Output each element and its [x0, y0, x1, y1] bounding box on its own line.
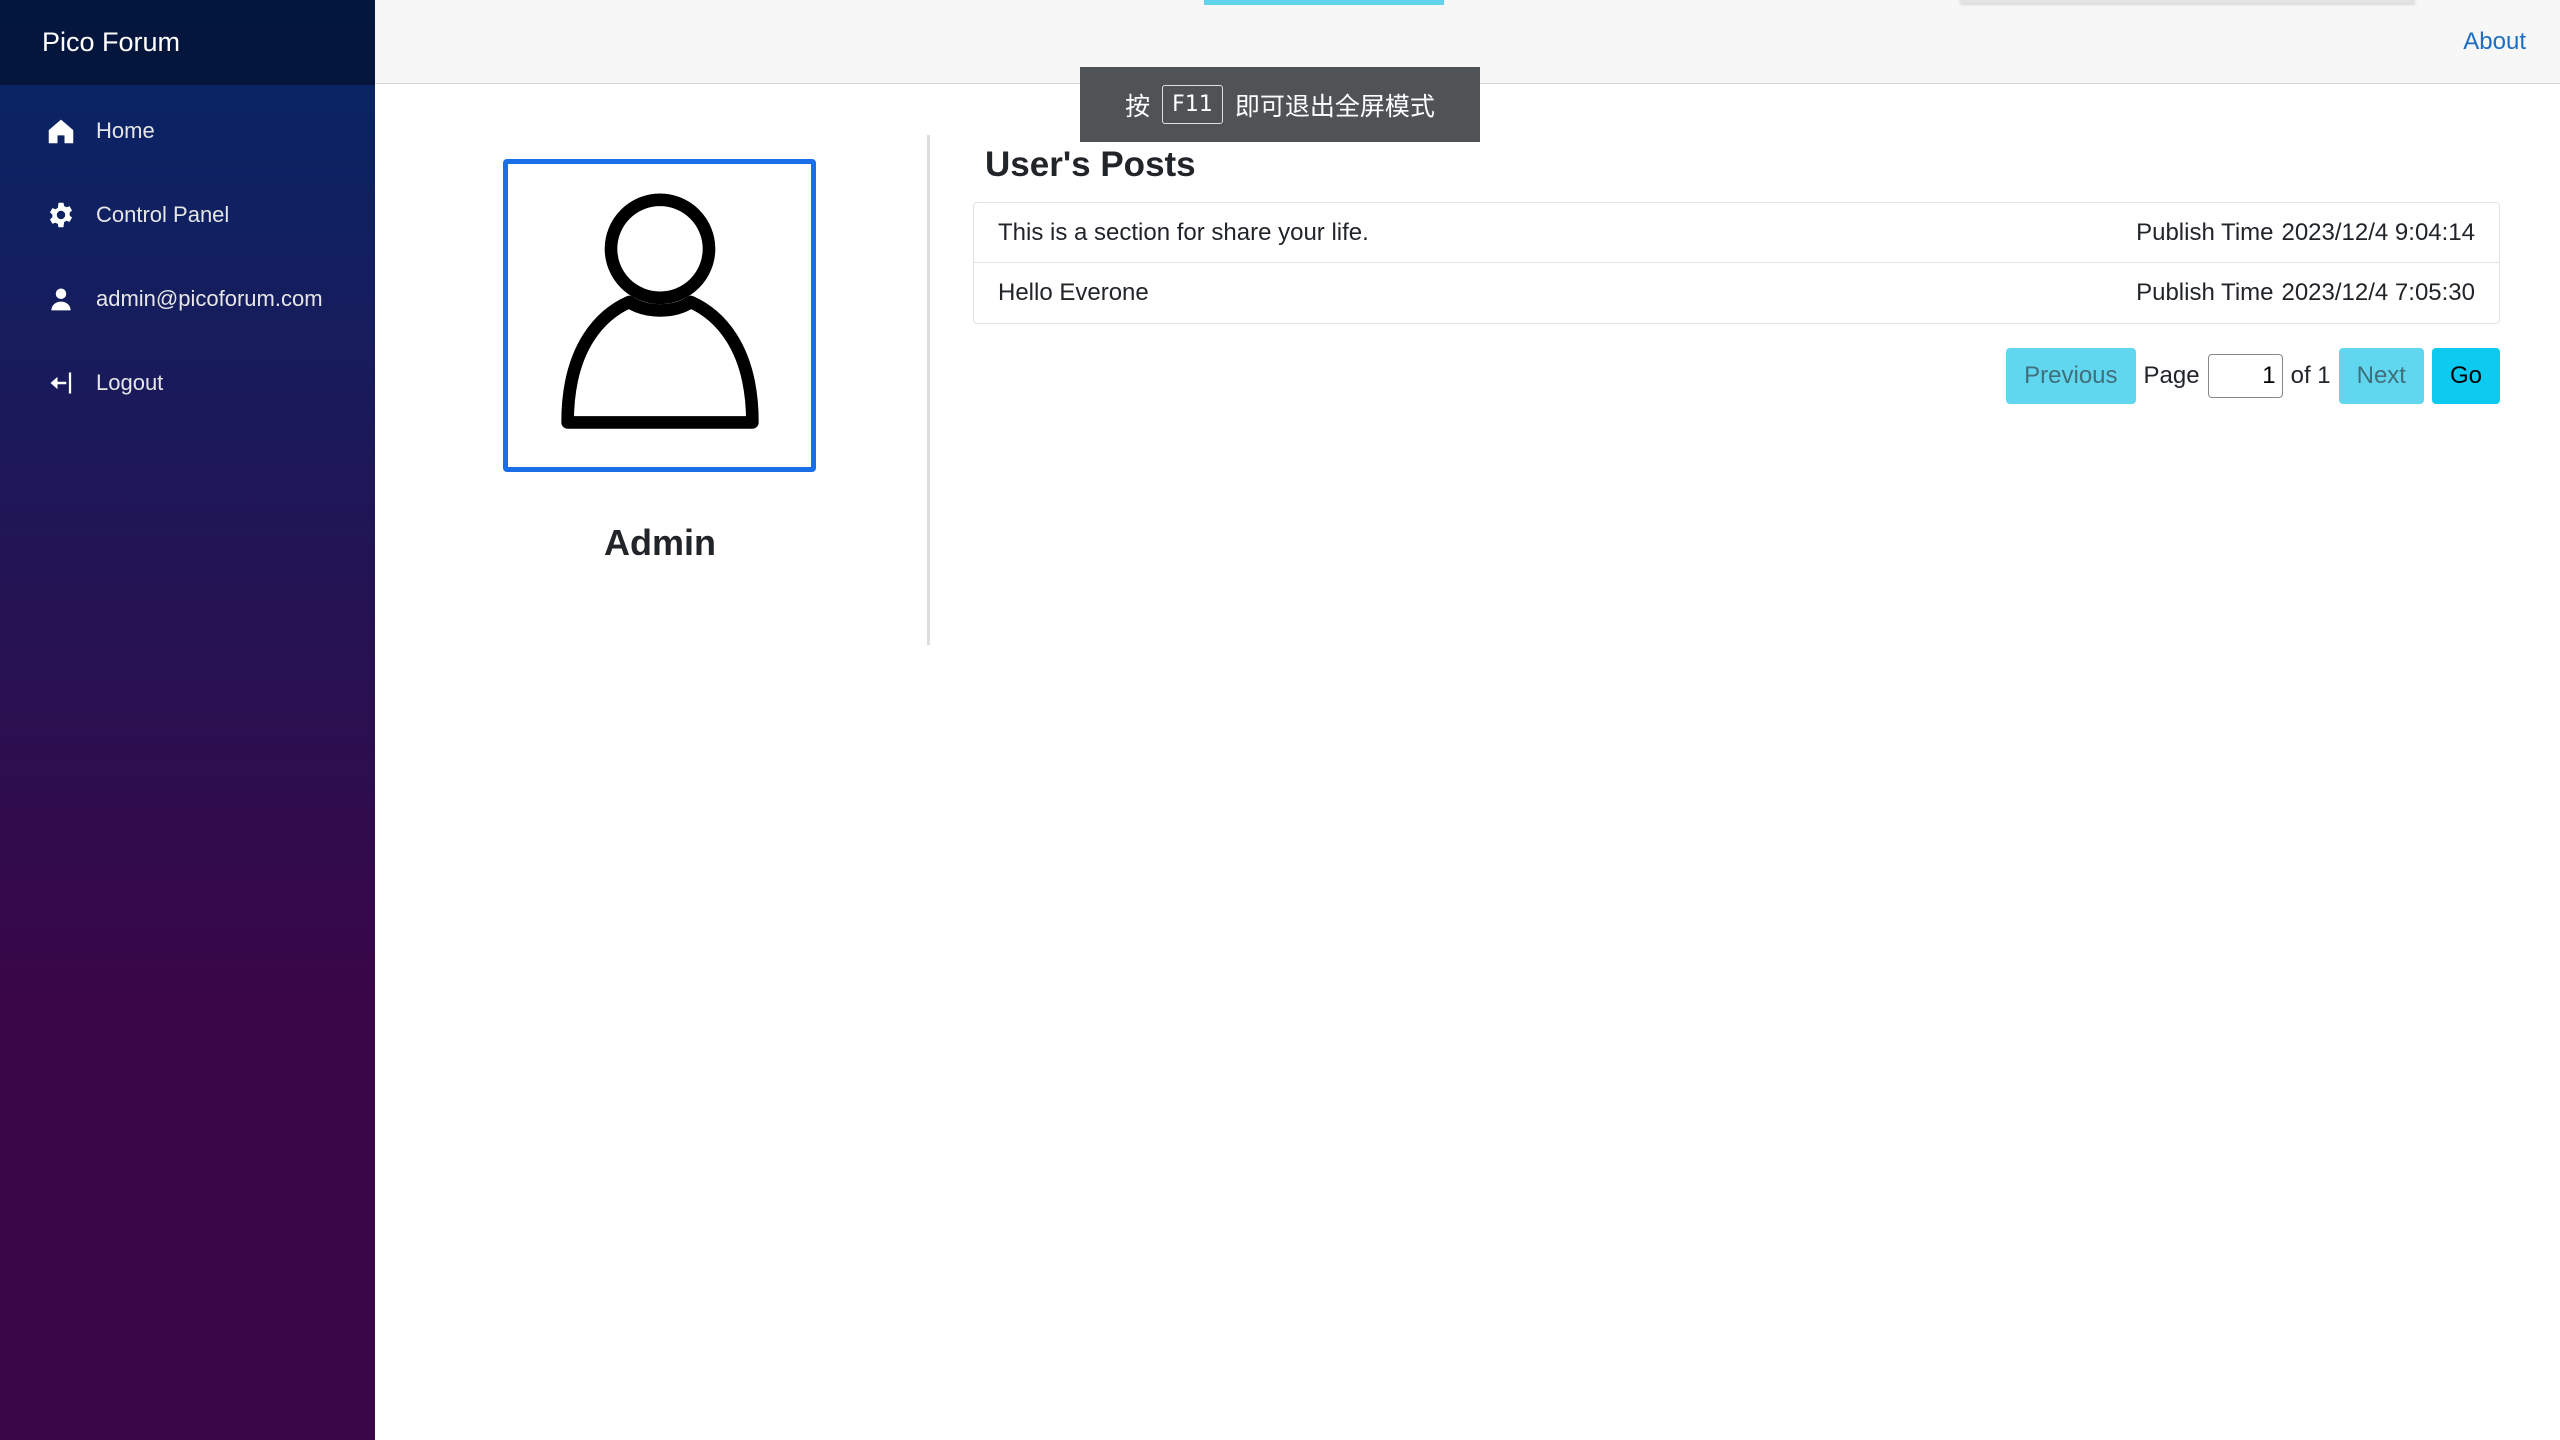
loading-indicator: [1204, 0, 1444, 5]
previous-button[interactable]: Previous: [2006, 348, 2136, 404]
sidebar-nav: Home Control Panel admin@picoforum.com L…: [0, 85, 375, 411]
profile-username: Admin: [604, 522, 716, 563]
post-text: This is a section for share your life.: [998, 218, 1369, 246]
app-root: Pico Forum Home Control Panel admin@pico…: [0, 0, 2560, 1440]
post-time-label: Publish Time: [2136, 218, 2274, 246]
about-link[interactable]: About: [2463, 28, 2526, 56]
toast-suffix: 即可退出全屏模式: [1234, 91, 1435, 121]
list-item[interactable]: This is a section for share your life. P…: [974, 203, 2499, 263]
page-label: Page: [2143, 362, 2200, 389]
go-button[interactable]: Go: [2431, 348, 2500, 404]
toast-prefix: 按: [1125, 91, 1151, 121]
sidebar-item-home[interactable]: Home: [26, 103, 349, 159]
sidebar-item-label: Control Panel: [96, 202, 230, 227]
pagination: Previous Page of 1 Next Go: [2006, 348, 2500, 404]
toast-key: F11: [1162, 85, 1223, 124]
avatar: [503, 159, 816, 472]
profile-panel: Admin: [420, 135, 930, 645]
sidebar-item-account[interactable]: admin@picoforum.com: [26, 271, 349, 327]
next-button[interactable]: Next: [2338, 348, 2424, 404]
posts-title: User's Posts: [985, 145, 1196, 184]
post-list: This is a section for share your life. P…: [973, 202, 2500, 324]
sidebar-item-logout[interactable]: Logout: [26, 355, 349, 411]
post-time: Publish Time 2023/12/4 7:05:30: [2136, 279, 2475, 307]
logout-arrow-icon: [46, 368, 76, 398]
fullscreen-toast: 按 F11 即可退出全屏模式: [1080, 67, 1480, 142]
user-posts-section: User's Posts This is a section for share…: [973, 140, 2500, 404]
person-icon: [46, 284, 76, 314]
post-time-label: Publish Time: [2136, 279, 2274, 306]
sidebar-item-label: Home: [96, 118, 155, 143]
sidebar-item-label: admin@picoforum.com: [96, 286, 323, 311]
brand-link[interactable]: Pico Forum: [42, 27, 180, 58]
page-total-label: of 1: [2290, 362, 2331, 389]
page-number-input[interactable]: [2207, 354, 2283, 398]
list-item[interactable]: Hello Everone Publish Time 2023/12/4 7:0…: [974, 263, 2499, 323]
post-time: Publish Time 2023/12/4 9:04:14: [2136, 219, 2475, 247]
dropdown-edge: [1960, 0, 2415, 3]
brand-bar: Pico Forum: [0, 0, 375, 85]
post-time-value: 2023/12/4 7:05:30: [2281, 279, 2475, 306]
sidebar: Pico Forum Home Control Panel admin@pico…: [0, 0, 375, 1440]
post-time-value: 2023/12/4 9:04:14: [2281, 218, 2475, 246]
sidebar-item-control-panel[interactable]: Control Panel: [26, 187, 349, 243]
home-icon: [46, 116, 76, 146]
gear-icon: [46, 200, 76, 230]
sidebar-item-label: Logout: [96, 370, 164, 395]
post-text: Hello Everone: [998, 279, 1149, 306]
user-avatar-icon: [560, 193, 759, 429]
